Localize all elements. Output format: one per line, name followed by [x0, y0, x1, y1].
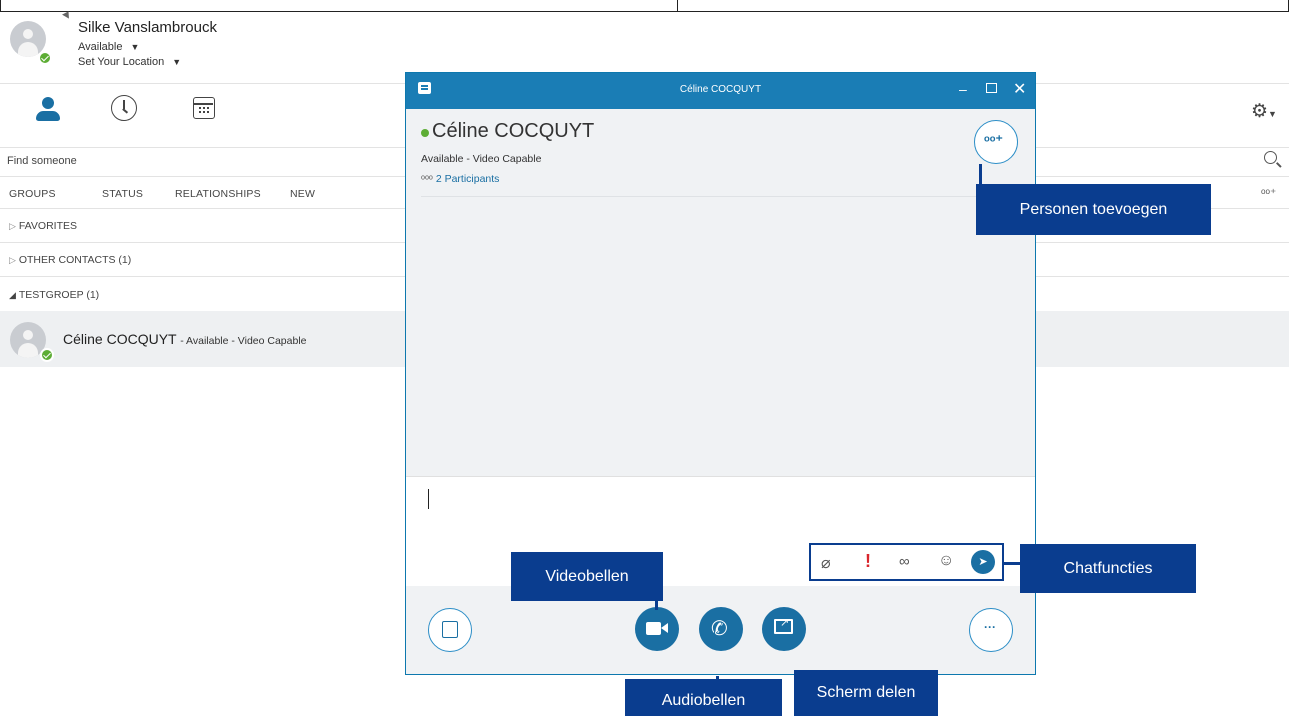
expand-arrow-icon: ▷	[9, 221, 16, 231]
status-dropdown[interactable]: Available ▼	[78, 41, 139, 53]
chat-presence-dot	[421, 129, 429, 137]
add-people-button[interactable]: ᵒᵒ⁺	[974, 120, 1018, 164]
maximize-icon[interactable]	[986, 83, 997, 93]
chat-contact-name: Céline COCQUYT	[432, 120, 595, 142]
call-controls-bar: ✆ ↗ ···	[406, 586, 1035, 674]
top-border-strip	[0, 0, 1289, 12]
video-call-button[interactable]	[635, 607, 679, 651]
chevron-down-icon: ▼	[1268, 109, 1277, 119]
callout-video-call: Videobellen	[511, 552, 663, 601]
chat-window-title: Céline COCQUYT	[679, 84, 762, 95]
emoji-icon[interactable]: ☺	[938, 552, 954, 570]
contact-presence-icon	[40, 348, 54, 362]
user-name: Silke Vanslambrouck	[78, 19, 217, 36]
search-icon[interactable]	[1264, 151, 1277, 164]
attachment-icon[interactable]: ⌀	[821, 553, 831, 573]
urgent-icon[interactable]: !	[865, 551, 871, 572]
chevron-down-icon: ▼	[130, 42, 140, 52]
contact-name: Céline COCQUYT	[63, 331, 177, 347]
contacts-tab[interactable]	[30, 94, 66, 130]
meetings-tab[interactable]	[193, 97, 215, 119]
more-options-button[interactable]: ···	[969, 608, 1013, 652]
tab-new[interactable]: NEW	[290, 188, 315, 200]
ellipsis-icon: ···	[984, 620, 996, 634]
minimize-icon[interactable]: –	[959, 81, 967, 97]
group-testgroep[interactable]: ◢ TESTGROEP (1)	[9, 289, 99, 301]
gear-icon: ⚙	[1251, 101, 1269, 122]
chat-window: Céline COCQUYT – ✕ Céline COCQUYT Availa…	[405, 72, 1036, 675]
audio-call-button[interactable]: ✆	[699, 607, 743, 651]
calendar-icon	[194, 103, 213, 105]
location-dropdown[interactable]: Set Your Location ▼	[78, 56, 181, 68]
callout-chat-functions: Chatfuncties	[1020, 544, 1196, 593]
participants-link[interactable]: ᵒᵒᵒ 2 Participants	[421, 173, 499, 185]
group-other-contacts[interactable]: ▷ OTHER CONTACTS (1)	[9, 254, 131, 266]
tab-groups[interactable]: GROUPS	[9, 188, 56, 200]
settings-button[interactable]: ⚙▼	[1251, 100, 1277, 123]
tab-status[interactable]: STATUS	[102, 188, 143, 200]
close-icon[interactable]: ✕	[1013, 79, 1026, 99]
chat-titlebar: Céline COCQUYT – ✕	[406, 73, 1035, 109]
recent-tab[interactable]	[111, 95, 137, 121]
expand-arrow-icon: ▷	[9, 255, 16, 265]
callout-share-screen: Scherm delen	[794, 670, 938, 716]
video-camera-icon	[646, 622, 661, 635]
chat-functions-toolbar: ⌀ ! ∞ ☺ ➤	[809, 543, 1004, 581]
user-presence-icon	[38, 51, 52, 65]
share-screen-button[interactable]: ↗	[762, 607, 806, 651]
link-icon[interactable]: ∞	[899, 553, 910, 570]
phone-icon: ✆	[711, 618, 728, 640]
add-people-icon: ᵒᵒ⁺	[984, 132, 1003, 148]
collapse-arrow-icon: ◢	[9, 290, 16, 300]
status-label: Available	[78, 41, 123, 53]
contact-person-icon	[42, 97, 54, 109]
location-label: Set Your Location	[78, 56, 165, 68]
search-input[interactable]: Find someone	[7, 155, 77, 167]
chat-contact-status: Available - Video Capable	[421, 153, 542, 165]
callout-add-people: Personen toevoegen	[976, 184, 1211, 235]
send-button[interactable]: ➤	[971, 550, 995, 574]
tab-relationships[interactable]: RELATIONSHIPS	[175, 188, 261, 200]
callout-audio-call: Audiobellen	[625, 679, 782, 716]
group-favorites[interactable]: ▷ FAVORITES	[9, 220, 77, 232]
add-contact-icon[interactable]: ᵒᵒ⁺	[1261, 186, 1276, 200]
chevron-down-icon: ▼	[172, 57, 182, 67]
contact-status: - Available - Video Capable	[180, 335, 307, 347]
im-button[interactable]	[428, 608, 472, 652]
chat-bubble-icon	[442, 621, 458, 638]
participants-icon: ᵒᵒᵒ	[421, 173, 433, 185]
